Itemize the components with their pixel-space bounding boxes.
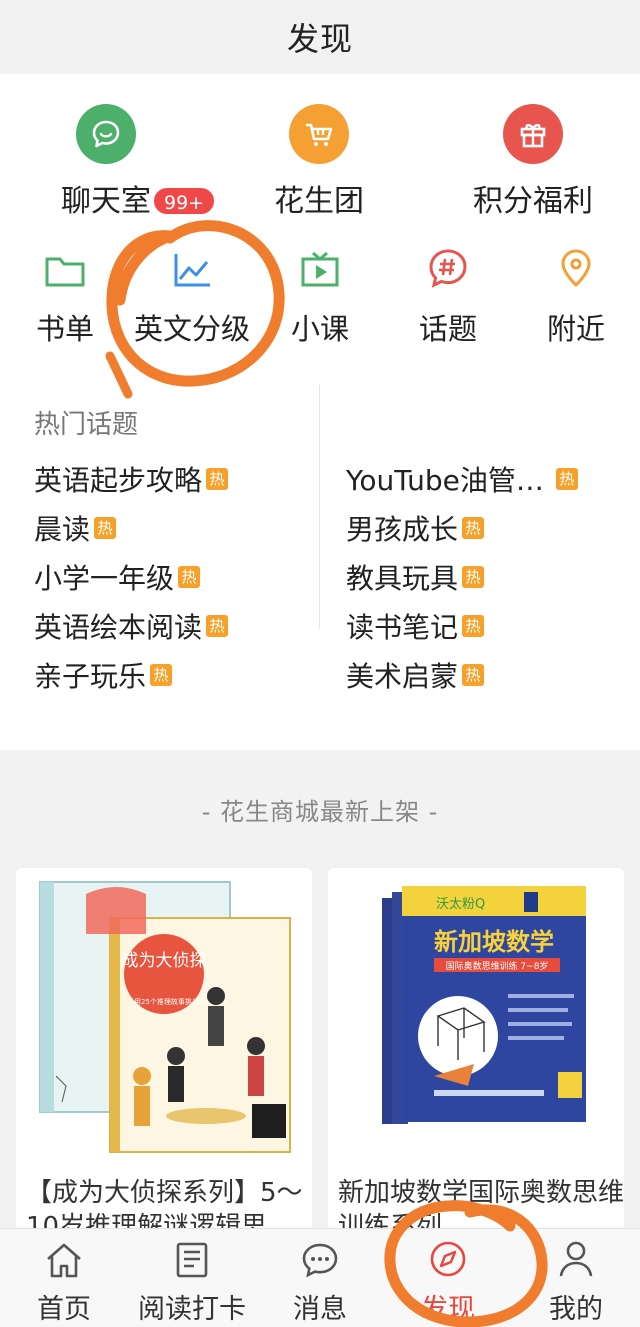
unread-badge: 99+ bbox=[152, 186, 217, 216]
product-cover-singapore-math: 沃太粉Q 新加坡数学 国际奥数思维训练 7~8岁 bbox=[382, 886, 586, 1124]
gift-icon bbox=[503, 104, 563, 164]
tab-label: 阅读打卡 bbox=[138, 1294, 246, 1325]
peanut-group-label: 花生团 bbox=[274, 184, 364, 219]
hot-badge: 热 bbox=[206, 614, 229, 637]
hot-badge: 热 bbox=[206, 467, 229, 490]
line-chart-icon bbox=[127, 244, 257, 288]
hot-badge: 热 bbox=[555, 467, 578, 490]
topic-item[interactable]: 晨读热 bbox=[34, 503, 228, 552]
nearby-label: 附近 bbox=[546, 312, 605, 346]
topic-item[interactable]: YouTube油管… 热 bbox=[346, 454, 578, 503]
peanut-group-entry[interactable]: 花生团 bbox=[229, 104, 409, 220]
topics-left-column: 英语起步攻略热 晨读热 小学一年级热 英语绘本阅读热 亲子玩乐热 bbox=[34, 454, 229, 699]
tab-label: 发现 bbox=[421, 1294, 475, 1325]
message-icon bbox=[256, 1229, 384, 1279]
hot-badge: 热 bbox=[150, 663, 173, 686]
topic-item[interactable]: 亲子玩乐热 bbox=[34, 650, 228, 699]
topic-item[interactable]: 英语绘本阅读热 bbox=[34, 601, 229, 650]
hot-badge: 热 bbox=[94, 516, 117, 539]
tab-reading-checkin[interactable]: 阅读打卡 bbox=[128, 1229, 256, 1327]
bottom-tab-bar: 首页 阅读打卡 消息 发现 我的 bbox=[0, 1228, 640, 1327]
topics-right-column: YouTube油管… 热 男孩成长热 教具玩具热 读书笔记热 美术启蒙热 bbox=[346, 454, 578, 699]
cover-title: 新加坡数学 bbox=[434, 928, 554, 956]
tab-discover[interactable]: 发现 bbox=[384, 1229, 512, 1327]
topic-item[interactable]: 小学一年级热 bbox=[34, 552, 228, 601]
topics-divider bbox=[319, 385, 320, 629]
page-title: 发现 bbox=[286, 20, 353, 58]
discover-panel: 聊天室 99+ 花生团 积分福利 书单 英文分级 小课 话题 附近 热门话题 英… bbox=[0, 74, 640, 750]
store-section-heading: - 花生商城最新上架 - bbox=[201, 798, 439, 826]
topic-item[interactable]: 教具玩具热 bbox=[346, 552, 578, 601]
points-welfare-entry[interactable]: 积分福利 bbox=[443, 104, 623, 220]
tab-messages[interactable]: 消息 bbox=[256, 1229, 384, 1327]
home-icon bbox=[0, 1229, 128, 1279]
cover-subtitle: 国际奥数思维训练 7~8岁 bbox=[446, 960, 549, 972]
mini-course-entry[interactable]: 小课 bbox=[255, 244, 385, 348]
tab-profile[interactable]: 我的 bbox=[512, 1229, 640, 1327]
cover-brand: 沃太粉Q bbox=[436, 897, 485, 912]
checkin-book-icon bbox=[128, 1229, 256, 1279]
tab-label: 消息 bbox=[293, 1294, 347, 1325]
secondary-feature-row: 书单 英文分级 小课 话题 附近 bbox=[0, 244, 640, 354]
points-welfare-label: 积分福利 bbox=[473, 184, 593, 219]
product-card[interactable]: 成为大侦探 用25个推理故事挑战你的思维 【成为大侦探系列】5～10岁推理解谜逻… bbox=[16, 868, 312, 1268]
topic-item[interactable]: 英语起步攻略热 bbox=[34, 454, 229, 503]
tab-home[interactable]: 首页 bbox=[0, 1229, 128, 1327]
topic-item[interactable]: 读书笔记热 bbox=[346, 601, 578, 650]
english-levels-entry[interactable]: 英文分级 bbox=[127, 244, 257, 348]
book-list-label: 书单 bbox=[35, 312, 94, 346]
product-cover-detective: 成为大侦探 用25个推理故事挑战你的思维 bbox=[39, 881, 291, 1153]
topics-label: 话题 bbox=[418, 312, 477, 346]
hot-badge: 热 bbox=[178, 565, 201, 588]
cart-icon bbox=[289, 104, 349, 164]
english-levels-label: 英文分级 bbox=[133, 312, 250, 346]
cover-title: 成为大侦探 bbox=[122, 951, 207, 971]
tv-play-icon bbox=[255, 244, 385, 288]
product-card[interactable]: 沃太粉Q 新加坡数学 国际奥数思维训练 7~8岁 新加坡数学国际奥数思维训练系列 bbox=[328, 868, 624, 1268]
hashtag-bubble-icon bbox=[383, 244, 513, 288]
hot-badge: 热 bbox=[462, 663, 485, 686]
book-list-entry[interactable]: 书单 bbox=[0, 244, 130, 348]
top-bar: 发现 bbox=[0, 0, 640, 74]
nearby-entry[interactable]: 附近 bbox=[511, 244, 640, 348]
hot-badge: 热 bbox=[462, 614, 485, 637]
topic-item[interactable]: 美术启蒙热 bbox=[346, 650, 578, 699]
mini-course-label: 小课 bbox=[290, 312, 349, 346]
folder-icon bbox=[0, 244, 130, 288]
hot-badge: 热 bbox=[462, 565, 485, 588]
profile-icon bbox=[512, 1229, 640, 1279]
tab-label: 我的 bbox=[549, 1294, 603, 1325]
compass-icon bbox=[384, 1229, 512, 1279]
topic-item[interactable]: 男孩成长热 bbox=[346, 503, 578, 552]
topics-entry[interactable]: 话题 bbox=[383, 244, 513, 348]
location-pin-icon bbox=[511, 244, 640, 288]
tab-label: 首页 bbox=[37, 1294, 91, 1325]
hot-topics-heading: 热门话题 bbox=[34, 410, 139, 440]
chat-bubble-icon bbox=[76, 104, 136, 164]
hot-badge: 热 bbox=[462, 516, 485, 539]
